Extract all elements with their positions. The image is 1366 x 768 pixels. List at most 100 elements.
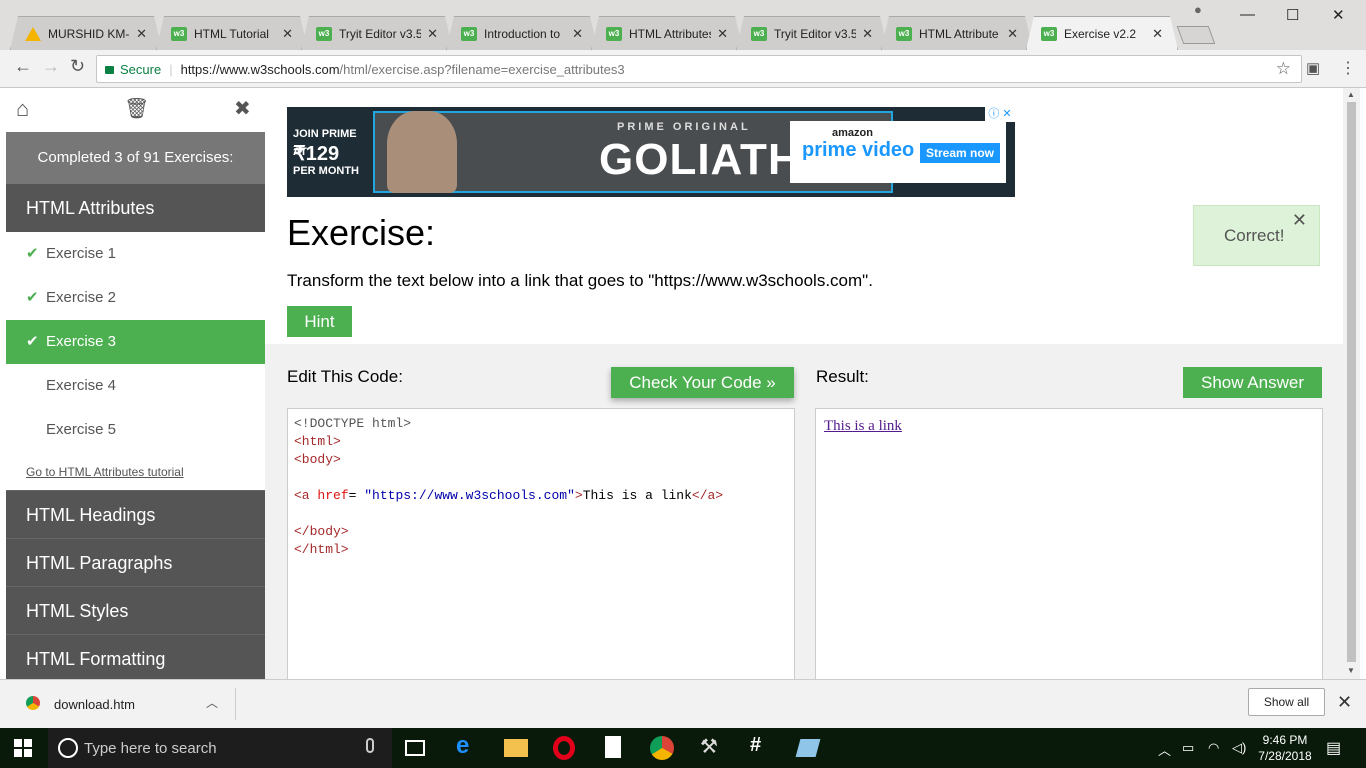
download-filename[interactable]: download.htm <box>54 697 135 712</box>
opera-icon[interactable] <box>553 736 575 760</box>
tab-html-attributes[interactable]: w3 HTML Attributes ✕ <box>591 16 743 50</box>
edge-icon[interactable]: e <box>456 732 480 759</box>
task-view-icon[interactable] <box>405 740 425 756</box>
file-explorer-icon[interactable] <box>504 739 528 757</box>
close-icon[interactable]: ✕ <box>282 26 293 42</box>
close-icon[interactable]: ✕ <box>1152 26 1163 42</box>
close-icon[interactable]: ✕ <box>572 26 583 42</box>
chrome-file-icon <box>26 696 40 710</box>
code-tag: <body> <box>294 452 341 467</box>
exercise-item-3[interactable]: ✔ Exercise 3 <box>6 320 265 364</box>
forward-icon[interactable]: → <box>42 56 60 77</box>
advertisement-banner[interactable]: JOIN PRIME AT ₹129 PER MONTH PRIME ORIGI… <box>287 107 1015 197</box>
show-all-button[interactable]: Show all <box>1248 688 1325 716</box>
code-equals: = <box>348 488 365 503</box>
tab-tryit-1[interactable]: w3 Tryit Editor v3.5 ✕ <box>301 16 453 50</box>
volume-icon[interactable]: ◁) <box>1232 740 1246 756</box>
taskbar-search[interactable]: Type here to search <box>48 728 392 768</box>
ad-stream-button[interactable]: Stream now <box>920 143 1001 163</box>
minimize-icon[interactable]: — <box>1240 6 1255 23</box>
exercise-item-2[interactable]: ✔ Exercise 2 <box>6 276 265 320</box>
address-bar[interactable]: Secure | https://www.w3schools.com/html/… <box>96 55 1302 83</box>
check-code-button[interactable]: Check Your Code » <box>611 367 794 398</box>
code-text: This is a link <box>582 488 692 503</box>
tab-introduction[interactable]: w3 Introduction to ✕ <box>446 16 598 50</box>
ad-amazon: amazon <box>832 127 873 139</box>
back-icon[interactable]: ← <box>14 56 32 77</box>
tab-html-attribute[interactable]: w3 HTML Attribute ✕ <box>881 16 1033 50</box>
w3schools-icon: w3 <box>461 27 477 41</box>
sidebar-group-html-attributes[interactable]: HTML Attributes <box>6 184 265 232</box>
tab-strip: MURSHID KM-s ✕ w3 HTML Tutorial ✕ w3 Try… <box>0 0 1366 50</box>
code-tag: </a> <box>691 488 724 503</box>
close-icon[interactable]: ✖ <box>234 96 251 121</box>
close-icon[interactable]: ✕ <box>1007 26 1018 42</box>
tab-label: HTML Attributes <box>629 26 712 41</box>
page-scrollbar[interactable]: ▲ ▼ <box>1343 88 1360 679</box>
progress-text: Completed 3 of 91 Exercises: <box>6 132 265 184</box>
close-icon[interactable]: ✕ <box>862 26 873 42</box>
tab-tryit-2[interactable]: w3 Tryit Editor v3.5 ✕ <box>736 16 888 50</box>
exercise-item-4[interactable]: Exercise 4 <box>6 364 265 408</box>
result-link[interactable]: This is a link <box>824 418 902 434</box>
battery-icon[interactable]: ▭ <box>1182 740 1194 756</box>
result-label: Result: <box>816 367 869 386</box>
checkmark-icon: ✔ <box>26 245 39 262</box>
exercise-list: ✔ Exercise 1 ✔ Exercise 2 ✔ Exercise 3 Exer… <box>6 232 265 490</box>
new-tab-button[interactable] <box>1176 26 1216 44</box>
ad-price: ₹129 <box>293 143 340 165</box>
code-editor[interactable]: <!DOCTYPE html> <html> <body> <a href= "… <box>287 408 795 679</box>
reload-icon[interactable]: ↻ <box>70 56 85 77</box>
clock[interactable]: 9:46 PM 7/28/2018 <box>1256 732 1314 764</box>
menu-icon[interactable]: ⋮ <box>1340 58 1356 78</box>
notifications-icon[interactable]: ▤ <box>1326 738 1341 758</box>
close-icon[interactable]: ✕ <box>1337 692 1352 713</box>
tab-drive[interactable]: MURSHID KM-s ✕ <box>10 16 162 50</box>
scroll-thumb[interactable] <box>1347 102 1356 662</box>
extension-icon[interactable]: ▣ <box>1306 59 1320 77</box>
clock-time: 9:46 PM <box>1262 733 1308 747</box>
tools-icon[interactable]: ⚒ <box>700 734 724 758</box>
tutorial-link[interactable]: Go to HTML Attributes tutorial <box>6 452 265 490</box>
tab-exercise-active[interactable]: w3 Exercise v2.2 ✕ <box>1026 16 1178 50</box>
secure-indicator[interactable]: Secure <box>105 62 161 77</box>
sidebar-group-headings[interactable]: HTML Headings <box>6 490 265 538</box>
microphone-icon[interactable] <box>366 738 374 753</box>
paint-icon[interactable] <box>795 739 821 757</box>
close-icon[interactable]: ✕ <box>427 26 438 42</box>
bookmark-star-icon[interactable]: ☆ <box>1276 59 1291 79</box>
scroll-up-icon[interactable]: ▲ <box>1347 90 1355 99</box>
correct-alert: Correct! ✕ <box>1193 205 1320 266</box>
w3schools-icon: w3 <box>1041 27 1057 41</box>
notepad-icon[interactable] <box>605 736 621 758</box>
exercise-item-1[interactable]: ✔ Exercise 1 <box>6 232 265 276</box>
windows-start-icon[interactable] <box>14 739 32 757</box>
tray-chevron-icon[interactable]: ︿ <box>1158 740 1171 759</box>
ad-title: GOLIATH <box>599 135 801 184</box>
sidebar-group-formatting[interactable]: HTML Formatting <box>6 634 265 679</box>
edit-code-label: Edit This Code: <box>287 367 403 386</box>
ad-close-icon[interactable]: ⓘ ✕ <box>985 107 1015 122</box>
tab-label: HTML Tutorial <box>194 26 269 41</box>
slack-icon[interactable]: # <box>750 734 774 758</box>
close-icon[interactable]: ✕ <box>136 26 147 42</box>
close-icon[interactable]: ✕ <box>717 26 728 42</box>
chevron-up-icon[interactable]: ︿ <box>206 694 218 711</box>
show-answer-button[interactable]: Show Answer <box>1183 367 1322 398</box>
home-icon[interactable]: ⌂ <box>16 96 29 122</box>
profile-icon[interactable]: ● <box>1194 2 1202 17</box>
hint-button[interactable]: Hint <box>287 306 352 337</box>
wifi-icon[interactable]: ◠ <box>1208 740 1219 756</box>
scroll-down-icon[interactable]: ▼ <box>1347 666 1355 675</box>
exercise-item-5[interactable]: Exercise 5 <box>6 408 265 452</box>
window-close-icon[interactable]: ✕ <box>1332 6 1345 24</box>
sidebar-group-paragraphs[interactable]: HTML Paragraphs <box>6 538 265 586</box>
maximize-icon[interactable]: ☐ <box>1286 6 1299 24</box>
sidebar-group-styles[interactable]: HTML Styles <box>6 586 265 634</box>
chrome-icon[interactable] <box>650 736 674 760</box>
close-icon[interactable]: ✕ <box>1292 190 1307 250</box>
trash-icon[interactable]: 🗑 <box>124 96 149 121</box>
tab-html-tutorial[interactable]: w3 HTML Tutorial ✕ <box>156 16 308 50</box>
tab-label: Tryit Editor v3.5 <box>339 26 422 41</box>
